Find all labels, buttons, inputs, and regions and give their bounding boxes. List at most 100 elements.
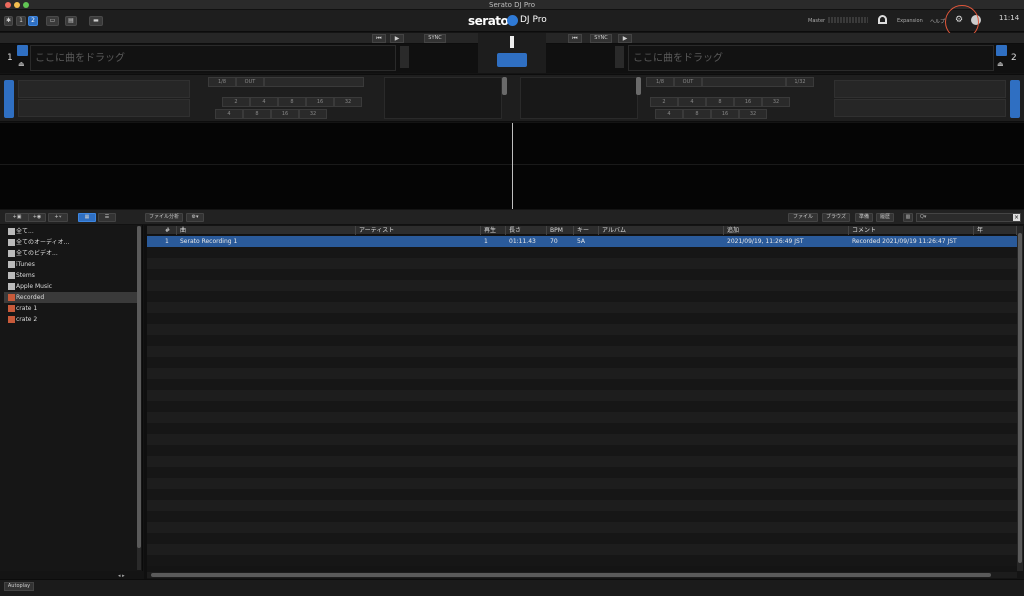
col-added[interactable]: 追加	[725, 226, 849, 235]
sidebar-item[interactable]: crate 2	[4, 314, 137, 325]
empty-row[interactable]	[147, 478, 1017, 489]
deck-1-play-icon[interactable]: ▶	[390, 34, 404, 43]
autoplay-button[interactable]: Autoplay	[4, 582, 34, 591]
sidebar-item[interactable]: 全て...	[4, 226, 137, 237]
deck-2-hotcue-row-2[interactable]	[834, 99, 1006, 117]
deck-1-edit-icon[interactable]	[400, 46, 409, 68]
sidebar-item[interactable]: Apple Music	[4, 281, 137, 292]
deck-1-loop-1-8[interactable]: 1/8	[208, 77, 236, 87]
deck-2-loop-out[interactable]: OUT	[674, 77, 702, 87]
track-row[interactable]: 1 Serato Recording 1 1 01:11.43 70 5A 2021/09/…	[147, 236, 1017, 247]
empty-row[interactable]	[147, 368, 1017, 379]
empty-row[interactable]	[147, 291, 1017, 302]
table-horizontal-thumb[interactable]	[151, 573, 991, 577]
deck-1-loop-2[interactable]: 2	[222, 97, 250, 107]
empty-row[interactable]	[147, 555, 1017, 566]
add-smart-crate-icon[interactable]: +◉	[28, 213, 46, 222]
deck-1-roll-32[interactable]: 32	[299, 109, 327, 119]
deck-1-loop-32[interactable]: 32	[334, 97, 362, 107]
deck-1-drop-zone[interactable]: ここに曲をドラッグ	[30, 45, 396, 71]
empty-row[interactable]	[147, 346, 1017, 357]
col-title[interactable]: 曲	[178, 226, 356, 235]
deck-2-pad-tab[interactable]	[1010, 80, 1020, 118]
empty-row[interactable]	[147, 401, 1017, 412]
deck-2-roll-16[interactable]: 16	[711, 109, 739, 119]
deck-2-loop-controls[interactable]	[702, 77, 786, 87]
empty-row[interactable]	[147, 544, 1017, 555]
deck-2-eject-icon[interactable]: ⏏	[997, 60, 1004, 68]
deck-2-loop-4[interactable]: 4	[678, 97, 706, 107]
deck-2-roll-4[interactable]: 4	[655, 109, 683, 119]
deck-1-eject-icon[interactable]: ⏏	[18, 60, 25, 68]
empty-row[interactable]	[147, 500, 1017, 511]
col-artist[interactable]: アーティスト	[357, 226, 481, 235]
table-scroll-thumb[interactable]	[1018, 233, 1022, 563]
col-plays[interactable]: 再生	[482, 226, 506, 235]
add-crate-icon[interactable]: +▣	[5, 213, 29, 222]
add-subcrate-icon[interactable]: +⑂	[48, 213, 68, 222]
browse-button[interactable]: ブラウズ	[822, 213, 850, 222]
deck-1-loop-out[interactable]: OUT	[236, 77, 264, 87]
sidebar-item[interactable]: Recorded	[4, 292, 137, 303]
layout-2-button[interactable]: 2	[28, 16, 38, 26]
fx-panel-icon[interactable]: ▤	[65, 16, 77, 26]
search-input[interactable]: Q▾	[916, 213, 1021, 222]
empty-row[interactable]	[147, 269, 1017, 280]
empty-row[interactable]	[147, 434, 1017, 445]
help-label[interactable]: ヘルプ	[930, 18, 945, 25]
sidebar-item[interactable]: Stems	[4, 270, 137, 281]
deck-1-sync-button[interactable]: SYNC	[424, 34, 446, 43]
deck-1-loop-4[interactable]: 4	[250, 97, 278, 107]
col-bpm[interactable]: BPM	[548, 226, 574, 235]
empty-row[interactable]	[147, 313, 1017, 324]
deck-2-drop-zone[interactable]: ここに曲をドラッグ	[628, 45, 994, 71]
headphones-icon[interactable]	[878, 15, 887, 24]
empty-row[interactable]	[147, 489, 1017, 500]
deck-2-loop-16[interactable]: 16	[734, 97, 762, 107]
crossfader-handle[interactable]	[510, 36, 514, 48]
files-button[interactable]: ファイル	[788, 213, 818, 222]
empty-row[interactable]	[147, 280, 1017, 291]
empty-row[interactable]	[147, 324, 1017, 335]
expansion-label[interactable]: Expansion	[897, 18, 923, 24]
album-art-view-icon[interactable]: ▦	[78, 213, 96, 222]
deck-1-cue-icon[interactable]: ⏮	[372, 34, 386, 43]
col-comment[interactable]: コメント	[850, 226, 974, 235]
library-settings-icon[interactable]: ⚙▾	[186, 213, 204, 222]
deck-2-roll-32[interactable]: 32	[739, 109, 767, 119]
deck-1-hotcue-row-2[interactable]	[18, 99, 190, 117]
analyze-files-button[interactable]: ファイル分析	[145, 213, 183, 222]
deck-2-loop-2[interactable]: 2	[650, 97, 678, 107]
star-icon[interactable]: ✱	[4, 16, 13, 26]
mixer-toggle-icon[interactable]: ▭	[46, 16, 59, 26]
sidebar-item[interactable]: 全てのビデオ...	[4, 248, 137, 259]
deck-2-loop-1-8[interactable]: 1/8	[646, 77, 674, 87]
sidebar-item[interactable]: crate 1	[4, 303, 137, 314]
deck-1-loop-16[interactable]: 16	[306, 97, 334, 107]
deck-1-pad-tab[interactable]	[4, 80, 14, 118]
deck-2-edit-icon[interactable]	[615, 46, 624, 68]
empty-row[interactable]	[147, 445, 1017, 456]
empty-row[interactable]	[147, 258, 1017, 269]
empty-row[interactable]	[147, 357, 1017, 368]
deck-2-roll-8[interactable]: 8	[683, 109, 711, 119]
deck-2-track-icon[interactable]	[996, 45, 1007, 56]
empty-row[interactable]	[147, 423, 1017, 434]
empty-row[interactable]	[147, 456, 1017, 467]
deck-1-pitch-fader[interactable]	[502, 77, 507, 95]
col-number[interactable]: #	[163, 226, 177, 235]
empty-row[interactable]	[147, 390, 1017, 401]
deck-2-pitch-fader[interactable]	[636, 77, 641, 95]
empty-row[interactable]	[147, 379, 1017, 390]
deck-2-cue-icon[interactable]: ⏮	[568, 34, 582, 43]
deck-1-track-icon[interactable]	[17, 45, 28, 56]
deck-1-hotcue-row-1[interactable]	[18, 80, 190, 98]
empty-row[interactable]	[147, 247, 1017, 258]
col-year[interactable]: 年	[975, 226, 1017, 235]
deck-1-roll-4[interactable]: 4	[215, 109, 243, 119]
clear-search-icon[interactable]: ×	[1013, 214, 1020, 221]
empty-row[interactable]	[147, 335, 1017, 346]
empty-row[interactable]	[147, 412, 1017, 423]
col-album[interactable]: アルバム	[600, 226, 724, 235]
col-length[interactable]: 長さ	[507, 226, 547, 235]
